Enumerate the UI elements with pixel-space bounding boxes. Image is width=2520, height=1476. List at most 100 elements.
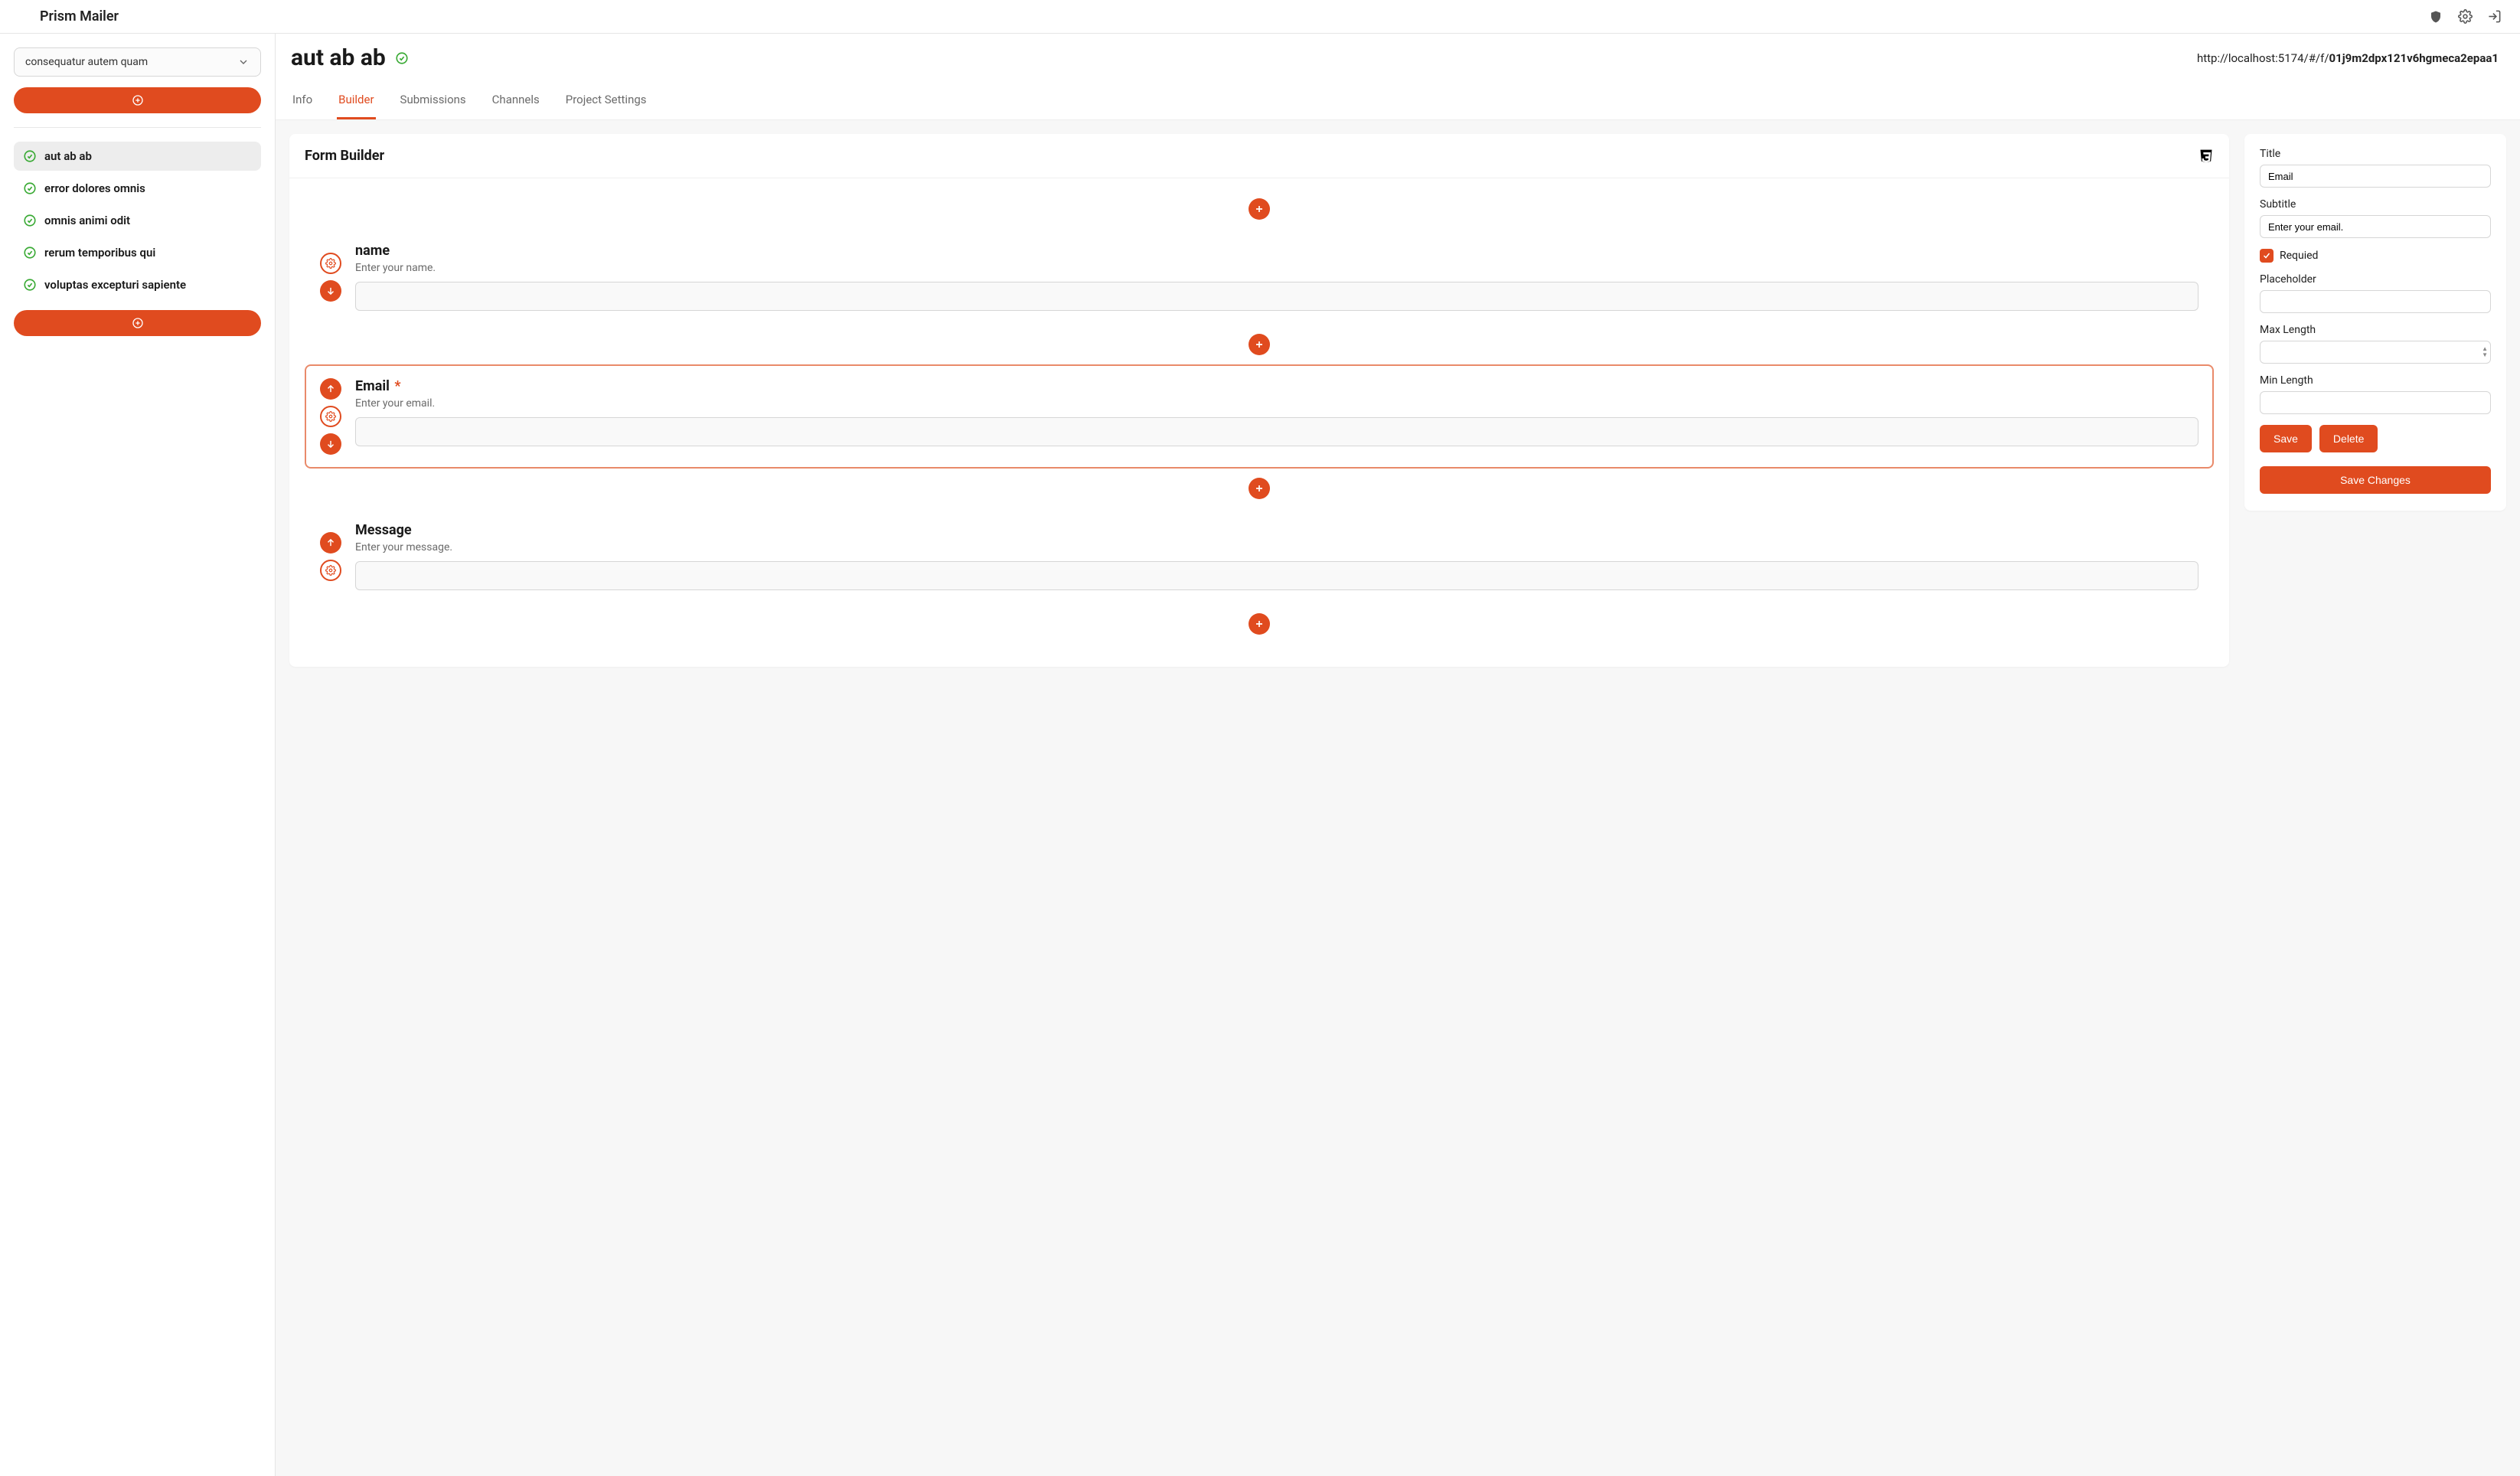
max-length-label: Max Length: [2260, 324, 2491, 336]
add-field-button[interactable]: [1249, 478, 1270, 499]
field-preview-input[interactable]: [355, 561, 2198, 590]
topbar: Prism Mailer: [0, 0, 2520, 34]
insert-row: [305, 189, 2214, 229]
save-button[interactable]: Save: [2260, 425, 2312, 452]
field-settings-button[interactable]: [320, 406, 341, 427]
builder-panel-title: Form Builder: [305, 148, 384, 164]
required-checkbox-row[interactable]: Requied: [2260, 249, 2491, 263]
main: aut ab ab http://localhost:5174/#/f/01j9…: [276, 34, 2520, 1476]
move-up-button[interactable]: [320, 378, 341, 400]
field-subtitle: Enter your name.: [355, 262, 2198, 274]
subtitle-label: Subtitle: [2260, 198, 2491, 211]
insert-row: [305, 604, 2214, 644]
add-field-button[interactable]: [1249, 334, 1270, 355]
page-header: aut ab ab http://localhost:5174/#/f/01j9…: [276, 34, 2520, 120]
field-controls: [320, 522, 341, 590]
check-circle-icon: [395, 51, 409, 65]
placeholder-input[interactable]: [2260, 290, 2491, 313]
form-list: aut ab ab error dolores omnis omnis animi …: [14, 142, 261, 299]
move-up-button[interactable]: [320, 532, 341, 554]
sidebar-form-label: error dolores omnis: [44, 181, 145, 195]
field-preview-input[interactable]: [355, 417, 2198, 446]
new-form-button[interactable]: [14, 310, 261, 336]
form-url-id: 01j9m2dpx121v6hgmeca2epaa1: [2329, 51, 2499, 65]
required-label: Requied: [2280, 250, 2318, 262]
plus-circle-icon: [132, 317, 144, 329]
plus-circle-icon: [132, 94, 144, 106]
title-input[interactable]: [2260, 165, 2491, 188]
min-length-input[interactable]: [2260, 391, 2491, 414]
tab-builder[interactable]: Builder: [337, 85, 375, 119]
sidebar-form-item[interactable]: voluptas excepturi sapiente: [14, 270, 261, 299]
insert-row: [305, 469, 2214, 508]
field-settings-button[interactable]: [320, 253, 341, 274]
field-title: Email *: [355, 378, 2198, 394]
new-project-button[interactable]: [14, 87, 261, 113]
subtitle-input[interactable]: [2260, 215, 2491, 238]
plus-icon: [1253, 618, 1265, 630]
field-settings-button[interactable]: [320, 560, 341, 581]
field-block[interactable]: MessageEnter your message.: [305, 508, 2214, 604]
sidebar-form-label: voluptas excepturi sapiente: [44, 278, 186, 292]
field-preview-input[interactable]: [355, 282, 2198, 311]
field-title: Message: [355, 522, 2198, 538]
tab-submissions[interactable]: Submissions: [399, 85, 468, 119]
move-down-button[interactable]: [320, 280, 341, 302]
arrow-down-icon: [325, 439, 336, 449]
check-circle-icon: [23, 214, 37, 227]
form-url-prefix: http://localhost:5174/#/f/: [2197, 51, 2329, 65]
arrow-up-icon: [325, 384, 336, 394]
gear-icon[interactable]: [2457, 9, 2473, 24]
tab-channels[interactable]: Channels: [491, 85, 541, 119]
plus-icon: [1253, 482, 1265, 495]
title-label: Title: [2260, 148, 2491, 160]
project-select[interactable]: consequatur autem quam: [14, 47, 261, 77]
gear-icon: [325, 411, 336, 422]
delete-button[interactable]: Delete: [2319, 425, 2378, 452]
check-circle-icon: [23, 246, 37, 260]
max-length-input[interactable]: [2260, 341, 2491, 364]
field-block[interactable]: Email *Enter your email.: [305, 364, 2214, 469]
props-button-row: Save Delete: [2260, 425, 2491, 452]
required-asterisk: *: [391, 378, 401, 394]
logout-icon[interactable]: [2486, 9, 2502, 24]
field-main: MessageEnter your message.: [355, 522, 2198, 590]
sidebar-form-label: omnis animi odit: [44, 214, 130, 227]
plus-icon: [1253, 203, 1265, 215]
properties-panel: Title Subtitle Requied Placehol: [2244, 134, 2506, 511]
shield-icon[interactable]: [2428, 9, 2443, 24]
min-length-label: Min Length: [2260, 374, 2491, 387]
check-circle-icon: [23, 278, 37, 292]
sidebar-form-item[interactable]: error dolores omnis: [14, 174, 261, 203]
html5-icon[interactable]: [2198, 149, 2214, 164]
sidebar-form-item[interactable]: rerum temporibus qui: [14, 238, 261, 267]
sidebar-form-item[interactable]: aut ab ab: [14, 142, 261, 171]
arrow-up-icon: [325, 537, 336, 548]
field-block[interactable]: nameEnter your name.: [305, 229, 2214, 325]
sidebar: consequatur autem quam aut ab ab error do…: [0, 34, 276, 1476]
stepper-buttons[interactable]: ▲▼: [2482, 346, 2488, 358]
tab-info[interactable]: Info: [291, 85, 314, 119]
add-field-button[interactable]: [1249, 613, 1270, 635]
checkbox-icon: [2260, 249, 2274, 263]
tab-project-settings[interactable]: Project Settings: [564, 85, 648, 119]
content: Form Builder nameEnter your name. Email *…: [276, 120, 2520, 1476]
field-controls: [320, 243, 341, 311]
field-controls: [320, 378, 341, 455]
gear-icon: [325, 258, 336, 269]
plus-icon: [1253, 338, 1265, 351]
check-circle-icon: [23, 181, 37, 195]
page-title: aut ab ab: [291, 44, 409, 71]
move-down-button[interactable]: [320, 433, 341, 455]
field-main: nameEnter your name.: [355, 243, 2198, 311]
topbar-right: [2428, 9, 2502, 24]
sidebar-form-label: rerum temporibus qui: [44, 246, 155, 260]
check-circle-icon: [23, 149, 37, 163]
tabs: Info Builder Submissions Channels Project Se…: [291, 85, 2499, 119]
project-select-label: consequatur autem quam: [25, 56, 148, 68]
add-field-button[interactable]: [1249, 198, 1270, 220]
save-changes-button[interactable]: Save Changes: [2260, 466, 2491, 494]
sidebar-form-item[interactable]: omnis animi odit: [14, 206, 261, 235]
builder-panel-head: Form Builder: [289, 134, 2229, 178]
form-url: http://localhost:5174/#/f/01j9m2dpx121v6…: [2197, 51, 2499, 65]
